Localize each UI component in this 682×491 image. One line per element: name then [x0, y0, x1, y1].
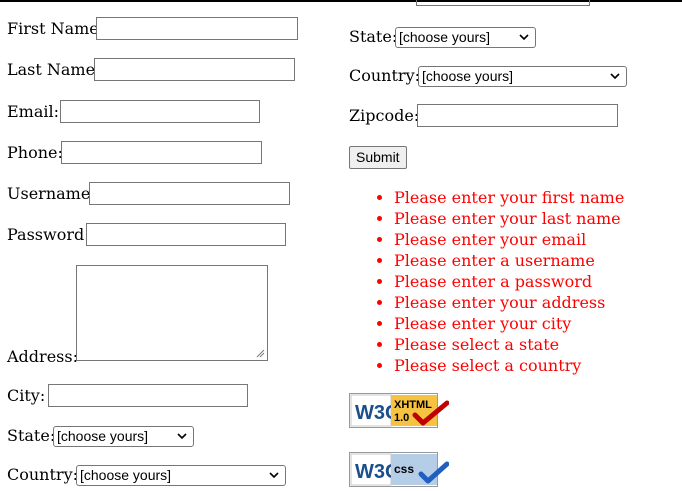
- city-input[interactable]: [48, 384, 248, 407]
- clipped-input-top[interactable]: [416, 0, 590, 6]
- country-label: Country:: [7, 465, 78, 484]
- error-list: Please enter your first name Please ente…: [374, 187, 624, 376]
- country-select-right[interactable]: [choose yours]: [418, 66, 627, 87]
- country-select-value: [choose yours]: [80, 467, 172, 483]
- error-item: Please enter a password: [374, 271, 624, 292]
- state-select[interactable]: [choose yours]: [53, 426, 194, 447]
- address-label: Address:: [7, 347, 78, 366]
- zipcode-input[interactable]: [417, 104, 618, 127]
- error-item: Please enter your city: [374, 313, 624, 334]
- first-name-input[interactable]: [96, 17, 298, 40]
- password-label: Password:: [7, 225, 90, 244]
- country-label-right: Country:: [349, 66, 420, 85]
- state-select-right-value: [choose yours]: [399, 29, 491, 45]
- email-label: Email:: [7, 102, 60, 121]
- submit-button[interactable]: Submit: [349, 146, 407, 169]
- w3c-css-logo-icon: W3C css: [349, 452, 450, 487]
- error-item: Please enter your last name: [374, 208, 624, 229]
- w3c-css-badge[interactable]: W3C css: [349, 452, 450, 487]
- error-item: Please select a country: [374, 355, 624, 376]
- first-name-label: First Name:: [7, 19, 105, 38]
- state-select-right[interactable]: [choose yours]: [395, 27, 536, 48]
- error-item: Please select a state: [374, 334, 624, 355]
- address-textarea[interactable]: [76, 265, 268, 361]
- chevron-down-icon: [519, 34, 529, 41]
- error-item: Please enter a username: [374, 250, 624, 271]
- css-text: css: [394, 462, 414, 476]
- error-item: Please enter your email: [374, 229, 624, 250]
- phone-label: Phone:: [7, 143, 63, 162]
- chevron-down-icon: [269, 472, 279, 479]
- state-label-right: State:: [349, 27, 398, 46]
- state-select-value: [choose yours]: [57, 428, 149, 444]
- error-item: Please enter your first name: [374, 187, 624, 208]
- error-item: Please enter your address: [374, 292, 624, 313]
- chevron-down-icon: [177, 433, 187, 440]
- email-input[interactable]: [60, 100, 260, 123]
- chevron-down-icon: [610, 73, 620, 80]
- resize-grip-icon[interactable]: [256, 349, 265, 358]
- city-label: City:: [7, 386, 46, 405]
- xhtml-version-text: 1.0: [394, 412, 409, 424]
- username-input[interactable]: [89, 182, 290, 205]
- last-name-input[interactable]: [94, 58, 295, 81]
- w3c-xhtml-badge[interactable]: W3C XHTML 1.0: [349, 393, 450, 428]
- phone-input[interactable]: [61, 141, 262, 164]
- state-label: State:: [7, 426, 56, 445]
- username-label: Username:: [7, 184, 96, 203]
- password-input[interactable]: [86, 223, 286, 246]
- country-select-right-value: [choose yours]: [422, 68, 514, 84]
- w3c-xhtml-logo-icon: W3C XHTML 1.0: [349, 393, 450, 428]
- xhtml-text: XHTML: [394, 399, 432, 411]
- zipcode-label: Zipcode:: [349, 106, 420, 125]
- country-select[interactable]: [choose yours]: [76, 465, 286, 486]
- last-name-label: Last Name:: [7, 60, 101, 79]
